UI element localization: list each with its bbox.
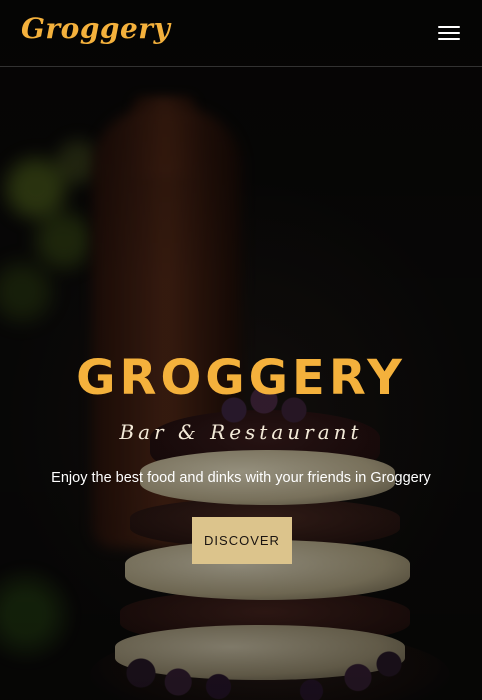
discover-button[interactable]: DISCOVER xyxy=(192,517,292,564)
hero-title: GROGGERY xyxy=(76,350,406,406)
hamburger-menu-icon[interactable] xyxy=(438,24,462,42)
logo[interactable]: Groggery xyxy=(21,12,170,45)
hero-description: Enjoy the best food and dinks with your … xyxy=(51,470,431,486)
site-header: Groggery xyxy=(0,0,482,67)
hero-subtitle: Bar & Restaurant xyxy=(119,420,363,444)
